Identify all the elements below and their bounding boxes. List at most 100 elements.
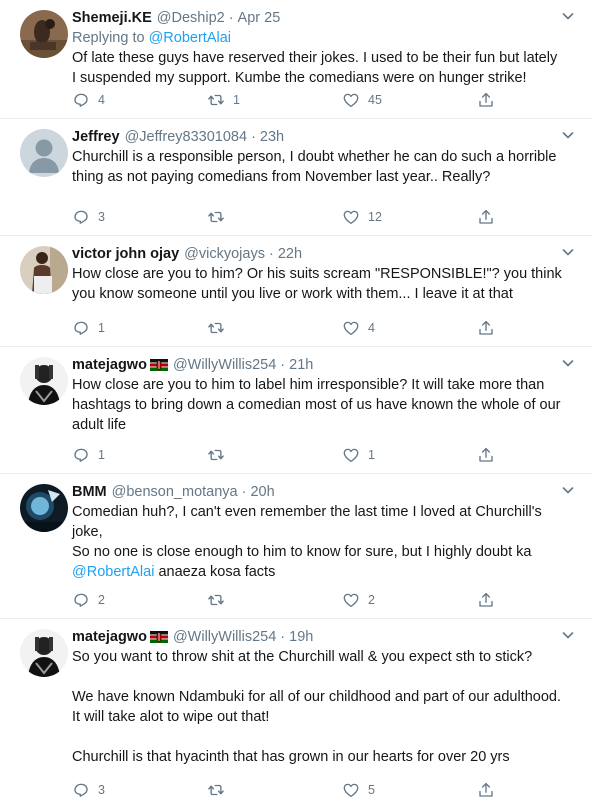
user-handle[interactable]: @Deship2 [157, 10, 225, 26]
avatar[interactable] [20, 629, 68, 677]
separator-dot: · [280, 357, 286, 373]
timestamp[interactable]: 19h [289, 629, 313, 645]
reply-button[interactable]: 3 [72, 208, 207, 226]
avatar[interactable] [20, 129, 68, 177]
separator-dot: · [228, 10, 234, 26]
share-icon [477, 781, 495, 799]
tweet[interactable]: matejagwo @WillyWillis254 · 19h So you w… [0, 619, 592, 808]
retweet-button[interactable] [207, 446, 342, 464]
reply-icon [72, 319, 90, 337]
retweet-icon [207, 781, 225, 799]
share-button[interactable] [477, 319, 507, 337]
tweet[interactable]: Jeffrey @Jeffrey83301084 · 23h Churchill… [0, 119, 592, 236]
timestamp[interactable]: Apr 25 [238, 10, 281, 26]
tweet-actions: 3 12 [72, 207, 512, 227]
reply-icon [72, 91, 90, 109]
retweet-count: 1 [233, 93, 240, 107]
like-button[interactable]: 2 [342, 591, 477, 609]
like-icon [342, 591, 360, 609]
chevron-down-icon[interactable] [560, 8, 576, 24]
tweet-text-part: anaeza kosa facts [154, 564, 276, 580]
tweet[interactable]: BMM @benson_motanya · 20h Comedian huh?,… [0, 474, 592, 619]
tweet[interactable]: matejagwo @WillyWillis254 · 21h How clos… [0, 347, 592, 474]
avatar[interactable] [20, 246, 68, 294]
like-count: 12 [368, 210, 382, 224]
like-button[interactable]: 12 [342, 208, 477, 226]
reply-button[interactable]: 2 [72, 591, 207, 609]
retweet-icon [207, 319, 225, 337]
display-name[interactable]: victor john ojay [72, 246, 179, 262]
like-button[interactable]: 4 [342, 319, 477, 337]
tweet-actions: 4 1 45 [72, 90, 512, 110]
reply-count: 3 [98, 783, 105, 797]
tweet[interactable]: victor john ojay @vickyojays · 22h How c… [0, 236, 592, 347]
share-button[interactable] [477, 208, 507, 226]
tweet-text: Comedian huh?, I can't even remember the… [72, 502, 562, 582]
user-handle[interactable]: @benson_motanya [112, 484, 238, 500]
avatar[interactable] [20, 357, 68, 405]
tweet-text: Of late these guys have reserved their j… [72, 50, 558, 86]
tweet-text: Churchill is a responsible person, I dou… [72, 149, 557, 185]
tweet[interactable]: Shemeji.KE @Deship2 · Apr 25 Replying to… [0, 0, 592, 119]
display-name[interactable]: matejagwo [72, 357, 147, 373]
like-button[interactable]: 5 [342, 781, 477, 799]
like-icon [342, 319, 360, 337]
reply-count: 3 [98, 210, 105, 224]
mention-link[interactable]: @RobertAlai [72, 564, 154, 580]
share-icon [477, 319, 495, 337]
display-name[interactable]: BMM [72, 484, 107, 500]
display-name[interactable]: Shemeji.KE [72, 10, 152, 26]
reply-button[interactable]: 1 [72, 319, 207, 337]
reply-button[interactable]: 1 [72, 446, 207, 464]
separator-dot: · [280, 629, 286, 645]
retweet-button[interactable]: 1 [207, 91, 342, 109]
retweet-icon [207, 446, 225, 464]
tweet-text: How close are you to him? Or his suits s… [72, 266, 562, 302]
chevron-down-icon[interactable] [560, 355, 576, 371]
reply-icon [72, 208, 90, 226]
like-count: 1 [368, 448, 375, 462]
share-button[interactable] [477, 91, 507, 109]
user-handle[interactable]: @Jeffrey83301084 [125, 129, 248, 145]
chevron-down-icon[interactable] [560, 627, 576, 643]
timestamp[interactable]: 22h [278, 246, 302, 262]
timestamp[interactable]: 20h [250, 484, 274, 500]
reply-icon [72, 446, 90, 464]
display-name[interactable]: Jeffrey [72, 129, 120, 145]
retweet-button[interactable] [207, 591, 342, 609]
reply-count: 4 [98, 93, 105, 107]
avatar[interactable] [20, 484, 68, 532]
reply-button[interactable]: 4 [72, 91, 207, 109]
chevron-down-icon[interactable] [560, 482, 576, 498]
like-count: 45 [368, 93, 382, 107]
reply-count: 1 [98, 321, 105, 335]
kenya-flag-icon [150, 631, 168, 643]
retweet-button[interactable] [207, 781, 342, 799]
timestamp[interactable]: 21h [289, 357, 313, 373]
user-handle[interactable]: @vickyojays [184, 246, 265, 262]
tweet-actions: 3 5 [72, 780, 512, 800]
share-button[interactable] [477, 446, 507, 464]
chevron-down-icon[interactable] [560, 244, 576, 260]
display-name[interactable]: matejagwo [72, 629, 147, 645]
timestamp[interactable]: 23h [260, 129, 284, 145]
share-button[interactable] [477, 781, 507, 799]
retweet-button[interactable] [207, 319, 342, 337]
user-handle[interactable]: @WillyWillis254 [173, 629, 276, 645]
like-button[interactable]: 45 [342, 91, 477, 109]
retweet-button[interactable] [207, 208, 342, 226]
avatar[interactable] [20, 10, 68, 58]
tweet-text-part: Comedian huh?, I can't even remember the… [72, 504, 542, 560]
replying-prefix: Replying to [72, 30, 149, 46]
reply-thread: Shemeji.KE @Deship2 · Apr 25 Replying to… [0, 0, 592, 808]
mention-link[interactable]: @RobertAlai [149, 30, 231, 46]
share-button[interactable] [477, 591, 507, 609]
user-handle[interactable]: @WillyWillis254 [173, 357, 276, 373]
chevron-down-icon[interactable] [560, 127, 576, 143]
reply-icon [72, 781, 90, 799]
tweet-text: How close are you to him to label him ir… [72, 377, 561, 433]
like-button[interactable]: 1 [342, 446, 477, 464]
reply-button[interactable]: 3 [72, 781, 207, 799]
tweet-actions: 2 2 [72, 590, 512, 610]
kenya-flag-icon [150, 359, 168, 371]
